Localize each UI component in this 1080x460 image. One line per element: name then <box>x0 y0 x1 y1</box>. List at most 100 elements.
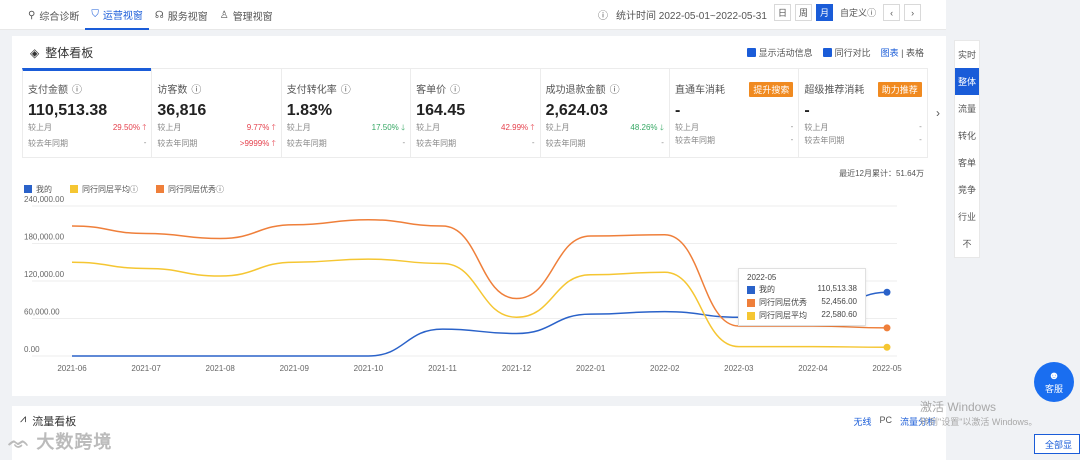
tab-service-view[interactable]: ☊ 服务视窗 <box>149 0 214 30</box>
series-point-1 <box>883 343 891 351</box>
legend-swatch <box>747 298 755 307</box>
side-item-realtime[interactable]: 实时 <box>955 41 979 68</box>
metric-express-cost[interactable]: 直通车消耗 提升搜索 - 较上月 - 较去年同期 - <box>668 68 799 158</box>
metric-mom-row: 较上月 48.26% 🡓 <box>546 122 664 136</box>
boost-search-badge[interactable]: 提升搜索 <box>749 82 794 97</box>
period-custom-button[interactable]: 自定义 ⓘ <box>837 4 880 21</box>
metric-label: 支付金额 ⓘ <box>28 81 146 96</box>
wireless-link[interactable]: 无线 <box>853 415 871 428</box>
mom-value: - <box>790 122 794 131</box>
side-item-conversion[interactable]: 转化 <box>955 122 979 149</box>
mom-value: 29.50% 🡑 <box>112 123 147 132</box>
tooltip-row-value: 110,513.38 <box>817 284 857 293</box>
metric-label-text: 成功退款金额 <box>545 85 606 96</box>
overview-title-text: 整体看板 <box>45 46 94 60</box>
arrow-up-icon: 🡑 <box>142 123 147 132</box>
windows-activation-watermark: 激活 Windows 转到"设置"以激活 Windows。 <box>920 398 1037 428</box>
peer-compare-checkbox[interactable]: 同行对比 <box>822 46 871 59</box>
metric-yoy-row: 较去年同期 - <box>804 135 921 146</box>
legend-swatch <box>24 185 32 193</box>
arrow-up-icon: 🡑 <box>271 139 276 148</box>
x-tick-label: 2021-09 <box>280 364 310 373</box>
prev-period-button[interactable]: ‹ <box>883 4 901 21</box>
mom-label: 较上月 <box>545 123 570 132</box>
legend-label: 同行同层平均 <box>82 185 130 194</box>
flow-title: ⩘ 流量看板 <box>20 413 76 429</box>
view-all-button[interactable]: 全部显 <box>1034 434 1080 454</box>
win-watermark-line2: 转到"设置"以激活 Windows。 <box>920 417 1038 427</box>
legend-swatch <box>747 311 755 320</box>
period-month-button[interactable]: 月 <box>816 4 834 21</box>
peer-compare-label: 同行对比 <box>834 48 871 58</box>
tab-comprehensive-diagnosis[interactable]: ⚲ 综合诊断 <box>22 0 85 30</box>
total-note: 最近12月累计：51.64万 <box>839 169 924 178</box>
legend-item-mine[interactable]: 我的 <box>24 184 52 195</box>
metric-yoy-row: 较去年同期 - <box>546 138 664 149</box>
customer-service-button[interactable]: ☻ 客服 <box>1034 362 1074 402</box>
question-icon: ⓘ <box>867 8 877 18</box>
metric-value: 110,513.38 <box>28 102 108 119</box>
metric-value: 1.83% <box>286 102 333 119</box>
side-item-top[interactable]: 不 <box>955 230 979 257</box>
side-item-order-value[interactable]: 客单 <box>955 149 979 176</box>
metric-visitors[interactable]: 访客数 ⓘ 36,816 较上月 9.77% 🡑 较去年同期 >9999% 🡑 <box>151 68 281 158</box>
period-day-button[interactable]: 日 <box>774 4 792 21</box>
layers-icon: ◈ <box>30 45 40 60</box>
tooltip-row: 同行同层平均 22,580.60 <box>747 310 857 321</box>
x-tick-label: 2022-02 <box>650 364 680 373</box>
view-chart-link[interactable]: 图表 <box>881 48 899 58</box>
metric-cards: 支付金额 ⓘ 110,513.38 较上月 29.50% 🡑 较去年同期 - 访客数 ⓘ… <box>22 68 928 158</box>
tooltip-row-value: 52,456.00 <box>821 297 857 306</box>
tab-management-view[interactable]: ♙ 管理视窗 <box>214 0 279 30</box>
yoy-label: 较去年同期 <box>674 136 715 145</box>
view-table-link[interactable]: 表格 <box>906 48 924 58</box>
mom-value: 17.50% 🡓 <box>371 123 406 132</box>
x-tick-label: 2021-08 <box>206 364 236 373</box>
x-tick-label: 2021-07 <box>131 364 161 373</box>
flow-card: ⩘ 流量看板 无线 PC 流量分析 <box>12 406 946 460</box>
pin-icon: ⚲ <box>28 9 36 21</box>
show-activity-label: 显示活动信息 <box>758 48 813 58</box>
side-item-industry[interactable]: 行业 <box>955 203 979 230</box>
metric-refund-amount[interactable]: 成功退款金额 ⓘ 2,624.03 较上月 48.26% 🡓 较去年同期 - <box>539 68 669 158</box>
y-tick-label: 0.00 <box>24 345 40 354</box>
chevron-right-icon: › <box>936 106 940 120</box>
next-period-button[interactable]: › <box>904 4 922 21</box>
y-tick-label: 60,000.00 <box>24 308 60 317</box>
series-point-2 <box>883 324 891 332</box>
tooltip-row-name: 同行同层优秀 <box>759 298 807 307</box>
arrow-up-icon: 🡑 <box>530 123 535 132</box>
x-tick-label: 2022-03 <box>724 364 754 373</box>
boost-recommend-badge[interactable]: 助力推荐 <box>877 82 922 97</box>
metric-pay-amount[interactable]: 支付金额 ⓘ 110,513.38 较上月 29.50% 🡑 较去年同期 - <box>22 68 152 158</box>
metric-mom-row: 较上月 - <box>804 122 921 133</box>
mom-label: 较上月 <box>674 123 699 132</box>
mom-label: 较上月 <box>157 123 182 132</box>
yoy-value: - <box>661 138 664 147</box>
metric-mom-row: 较上月 17.50% 🡓 <box>287 122 405 136</box>
legend-label: 我的 <box>36 185 52 194</box>
metrics-next-button[interactable]: › <box>936 106 940 120</box>
pc-link[interactable]: PC <box>879 415 892 428</box>
tab-operations-view[interactable]: ⛉ 运营视窗 <box>85 0 149 30</box>
legend-item-peer-avg[interactable]: 同行同层平均ⓘ <box>70 184 138 195</box>
side-item-overall[interactable]: 整体 <box>955 68 979 95</box>
x-tick-label: 2021-11 <box>428 364 457 373</box>
metric-super-recommend-cost[interactable]: 超级推荐消耗 助力推荐 - 较上月 - 较去年同期 - <box>798 68 928 158</box>
legend-item-peer-excellent[interactable]: 同行同层优秀ⓘ <box>156 184 224 195</box>
customer-service-label: 客服 <box>1044 383 1063 394</box>
side-item-traffic[interactable]: 流量 <box>955 95 979 122</box>
question-icon: ⓘ <box>340 85 351 96</box>
period-week-button[interactable]: 周 <box>795 4 813 21</box>
yoy-label: 较去年同期 <box>157 139 198 148</box>
tooltip-row: 我的 110,513.38 <box>747 284 857 295</box>
metric-label: 支付转化率 ⓘ <box>287 81 405 96</box>
metric-avg-order-value[interactable]: 客单价 ⓘ 164.45 较上月 42.99% 🡑 较去年同期 - <box>410 68 540 158</box>
metric-mom-row: 较上月 29.50% 🡑 <box>28 122 146 136</box>
side-nav: 实时 整体 流量 转化 客单 竞争 行业 不 <box>954 40 980 258</box>
show-activity-checkbox[interactable]: 显示活动信息 <box>746 46 813 59</box>
metric-conversion-rate[interactable]: 支付转化率 ⓘ 1.83% 较上月 17.50% 🡓 较去年同期 - <box>280 68 411 158</box>
x-tick-label: 2021-06 <box>57 364 87 373</box>
side-item-competition[interactable]: 竞争 <box>955 176 979 203</box>
metric-yoy-row: 较去年同期 >9999% 🡑 <box>157 138 275 152</box>
